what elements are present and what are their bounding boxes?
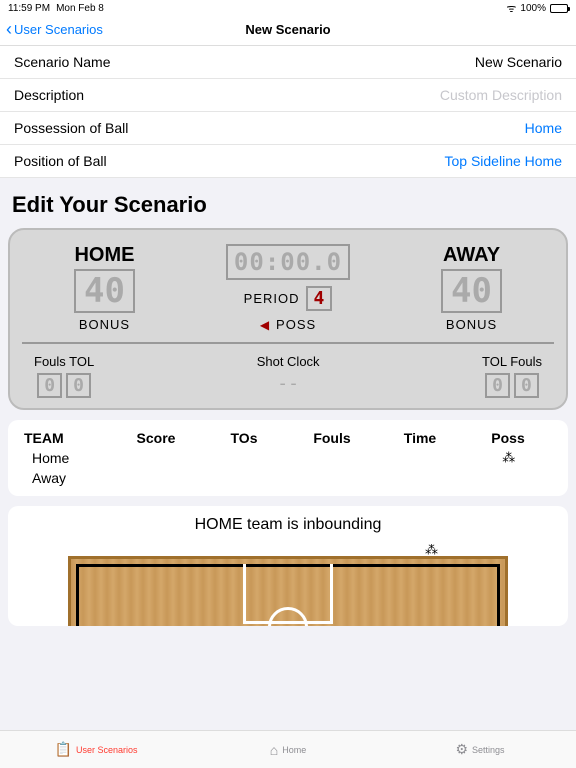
basketball-icon: ⁂ bbox=[465, 450, 552, 466]
tab-bar: 📋 User Scenarios ⌂ Home ⚙ Settings bbox=[0, 730, 576, 768]
nav-bar: ‹ User Scenarios New Scenario bbox=[0, 16, 576, 46]
col-team: TEAM bbox=[24, 430, 112, 446]
col-poss: Poss bbox=[464, 430, 552, 446]
clipboard-icon: 📋 bbox=[55, 741, 72, 758]
form-value: New Scenario bbox=[475, 54, 562, 70]
form-value: Home bbox=[525, 120, 562, 136]
home-team-panel: HOME 40 BONUS bbox=[28, 244, 181, 332]
page-title: New Scenario bbox=[245, 22, 330, 37]
form-label: Position of Ball bbox=[14, 153, 107, 169]
row-position[interactable]: Position of Ball Top Sideline Home bbox=[0, 145, 576, 178]
home-tol-box[interactable]: 0 bbox=[66, 373, 91, 398]
chevron-left-icon: ‹ bbox=[6, 19, 12, 40]
home-score-box[interactable]: 40 bbox=[74, 269, 135, 313]
battery-icon bbox=[550, 4, 568, 13]
stats-team-name: Home bbox=[24, 450, 119, 466]
status-date: Mon Feb 8 bbox=[56, 3, 104, 14]
section-title: Edit Your Scenario bbox=[0, 178, 576, 228]
poss-arrow-icon: ◀ bbox=[260, 318, 270, 332]
court-title: HOME team is inbounding bbox=[8, 516, 568, 534]
tab-user-scenarios[interactable]: 📋 User Scenarios bbox=[0, 731, 192, 768]
tab-label: Home bbox=[282, 745, 306, 755]
away-bonus: BONUS bbox=[395, 317, 548, 332]
battery-pct: 100% bbox=[520, 3, 546, 14]
col-fouls: Fouls bbox=[288, 430, 376, 446]
tab-home[interactable]: ⌂ Home bbox=[192, 731, 384, 768]
form-list: Scenario Name New Scenario Description C… bbox=[0, 46, 576, 178]
col-tos: TOs bbox=[200, 430, 288, 446]
form-value: Top Sideline Home bbox=[444, 153, 562, 169]
away-label: AWAY bbox=[395, 244, 548, 267]
scoreboard: HOME 40 BONUS 00:00.0 PERIOD 4 ◀ POSS AW… bbox=[8, 228, 568, 410]
col-time: Time bbox=[376, 430, 464, 446]
home-label: HOME bbox=[28, 244, 181, 267]
form-label: Possession of Ball bbox=[14, 120, 128, 136]
away-team-panel: AWAY 40 BONUS bbox=[395, 244, 548, 332]
court-card: HOME team is inbounding ⁂ bbox=[8, 506, 568, 626]
stats-row-home[interactable]: Home ⁂ bbox=[24, 450, 552, 466]
court-diagram[interactable] bbox=[68, 556, 508, 626]
shot-clock-value[interactable]: -- bbox=[257, 373, 320, 394]
col-score: Score bbox=[112, 430, 200, 446]
back-label: User Scenarios bbox=[14, 22, 103, 37]
shot-clock-label: Shot Clock bbox=[257, 354, 320, 369]
away-tol-box[interactable]: 0 bbox=[485, 373, 510, 398]
row-description[interactable]: Description Custom Description bbox=[0, 79, 576, 112]
form-label: Description bbox=[14, 87, 84, 103]
wifi-icon: ᯤ bbox=[506, 1, 516, 16]
home-fouls-box[interactable]: 0 bbox=[37, 373, 62, 398]
away-score-box[interactable]: 40 bbox=[441, 269, 502, 313]
divider bbox=[22, 342, 554, 344]
back-button[interactable]: ‹ User Scenarios bbox=[6, 19, 103, 40]
clock-box[interactable]: 00:00.0 bbox=[226, 244, 350, 280]
away-tol-fouls-label: TOL Fouls bbox=[482, 354, 542, 369]
poss-label: POSS bbox=[276, 317, 316, 332]
row-possession[interactable]: Possession of Ball Home bbox=[0, 112, 576, 145]
sliders-icon: ⚙ bbox=[455, 741, 468, 758]
period-box[interactable]: 4 bbox=[306, 286, 333, 311]
basketball-icon bbox=[465, 470, 552, 486]
stats-team-name: Away bbox=[24, 470, 119, 486]
tab-label: Settings bbox=[472, 745, 505, 755]
home-fouls-tol-label: Fouls TOL bbox=[34, 354, 94, 369]
stats-row-away[interactable]: Away bbox=[24, 470, 552, 486]
away-fouls-box[interactable]: 0 bbox=[514, 373, 539, 398]
status-time: 11:59 PM bbox=[8, 3, 50, 14]
form-value: Custom Description bbox=[440, 87, 562, 103]
tab-settings[interactable]: ⚙ Settings bbox=[384, 731, 576, 768]
period-label: PERIOD bbox=[244, 291, 300, 306]
stats-card: TEAM Score TOs Fouls Time Poss Home ⁂ Aw… bbox=[8, 420, 568, 496]
status-bar: 11:59 PM Mon Feb 8 ᯤ 100% bbox=[0, 0, 576, 16]
home-bonus: BONUS bbox=[28, 317, 181, 332]
form-label: Scenario Name bbox=[14, 54, 111, 70]
home-icon: ⌂ bbox=[270, 742, 278, 758]
tab-label: User Scenarios bbox=[76, 745, 138, 755]
row-scenario-name[interactable]: Scenario Name New Scenario bbox=[0, 46, 576, 79]
